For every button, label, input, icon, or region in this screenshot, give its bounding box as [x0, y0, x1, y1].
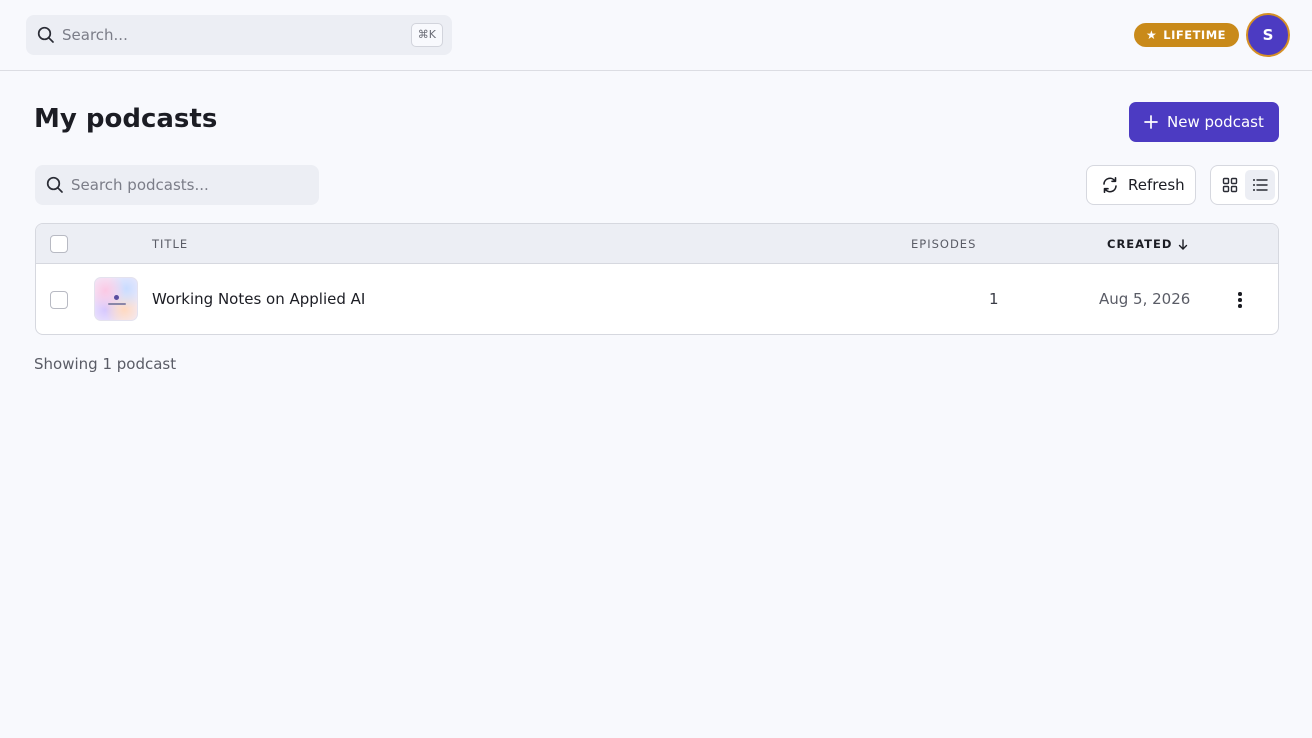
column-episodes[interactable]: EPISODES	[911, 237, 976, 251]
column-created-label: CREATED	[1107, 237, 1173, 251]
arrow-down-icon	[1179, 238, 1188, 250]
user-avatar[interactable]: S	[1246, 13, 1290, 57]
top-bar: Search... ⌘K ★ LIFETIME S	[0, 0, 1312, 71]
podcast-created-date: Aug 5, 2026	[1099, 290, 1191, 308]
refresh-icon	[1103, 176, 1117, 194]
column-created[interactable]: CREATED	[1107, 237, 1188, 251]
podcast-episodes: 1	[989, 290, 999, 308]
row-checkbox[interactable]	[50, 291, 68, 309]
global-search-input[interactable]: Search... ⌘K	[26, 15, 452, 55]
list-view-icon	[1253, 179, 1268, 191]
podcast-title[interactable]: Working Notes on Applied AI	[152, 290, 365, 308]
podcast-search-placeholder: Search podcasts...	[71, 176, 209, 194]
podcast-search-input[interactable]: Search podcasts...	[35, 165, 319, 205]
badge-label: LIFETIME	[1163, 28, 1227, 42]
search-icon	[46, 176, 63, 193]
table-row[interactable]: Working Notes on Applied AI 1 Aug 5, 202…	[36, 264, 1278, 334]
page-title: My podcasts	[34, 104, 218, 134]
new-podcast-button[interactable]: New podcast	[1129, 102, 1279, 142]
podcasts-table: TITLE EPISODES CREATED Working Notes on …	[35, 223, 1279, 335]
search-icon	[37, 26, 54, 43]
grid-view-icon	[1222, 177, 1238, 193]
more-vertical-icon[interactable]	[1228, 288, 1252, 312]
refresh-label: Refresh	[1128, 176, 1185, 194]
list-view-button[interactable]	[1245, 170, 1275, 200]
global-search-placeholder: Search...	[62, 26, 128, 44]
podcast-cover-thumbnail	[94, 277, 138, 321]
new-podcast-label: New podcast	[1167, 113, 1264, 131]
refresh-button[interactable]: Refresh	[1086, 165, 1196, 205]
column-title[interactable]: TITLE	[152, 237, 188, 251]
grid-view-button[interactable]	[1215, 170, 1245, 200]
view-toggle	[1210, 165, 1279, 205]
plus-icon	[1144, 115, 1158, 129]
results-count: Showing 1 podcast	[34, 355, 177, 373]
lifetime-badge: ★ LIFETIME	[1134, 23, 1240, 47]
shortcut-hint: ⌘K	[410, 23, 443, 47]
star-icon: ★	[1146, 28, 1158, 42]
select-all-checkbox[interactable]	[50, 235, 68, 253]
avatar-initial: S	[1262, 26, 1274, 44]
table-header: TITLE EPISODES CREATED	[36, 224, 1278, 264]
